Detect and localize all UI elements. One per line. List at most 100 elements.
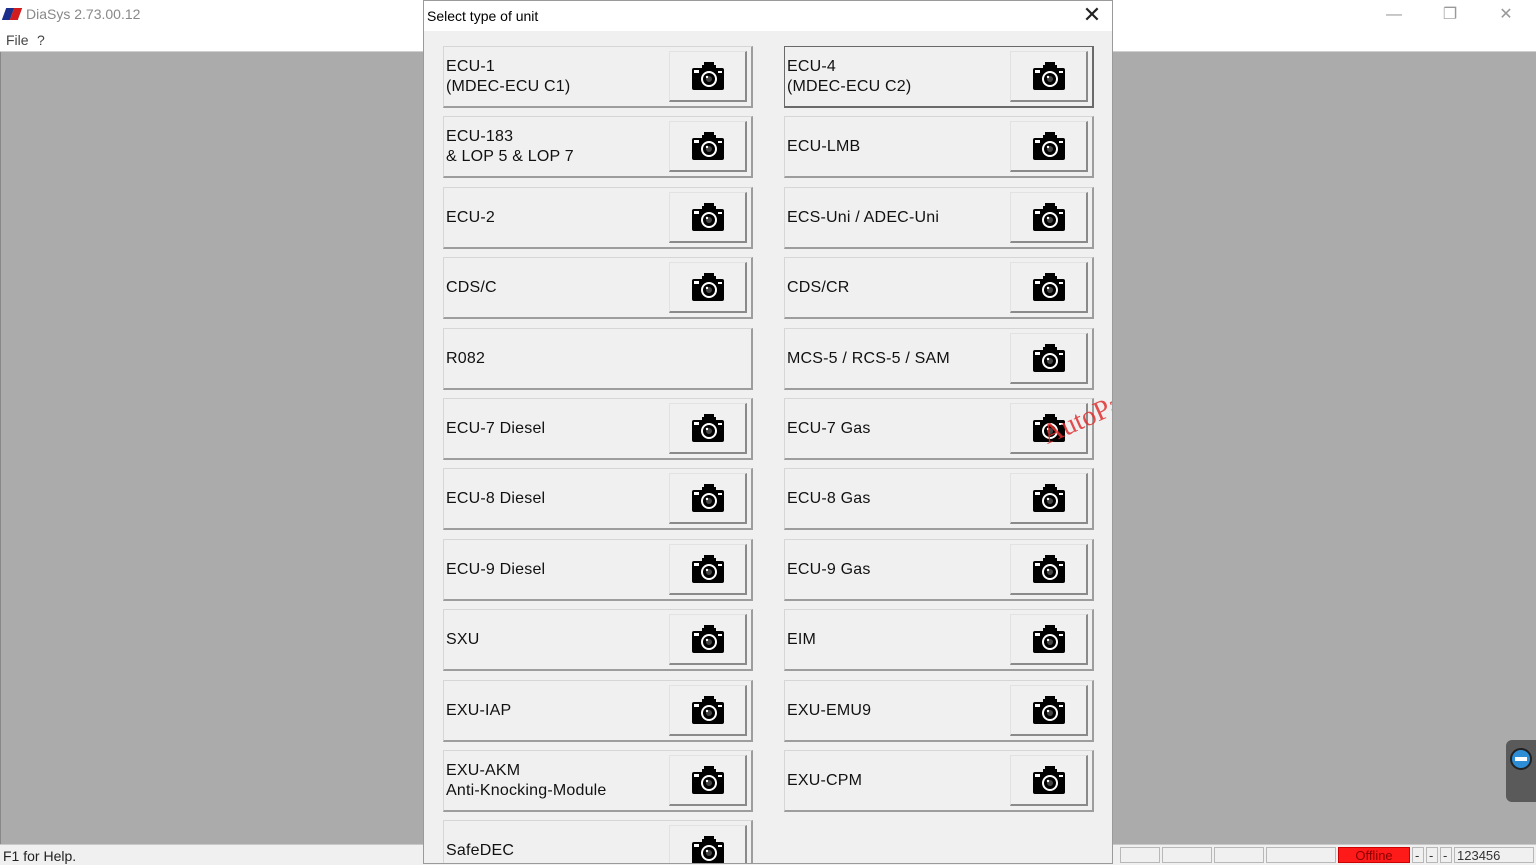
close-window-button[interactable]: ✕ xyxy=(1486,4,1526,26)
menu-help[interactable]: ? xyxy=(37,32,45,48)
status-cell-empty-1 xyxy=(1120,847,1160,863)
dialog-title: Select type of unit xyxy=(427,8,539,24)
unit-button[interactable]: CDS/C xyxy=(443,257,753,319)
remote-support-icon xyxy=(1510,748,1532,770)
status-cell-empty-4 xyxy=(1266,847,1336,863)
unit-label: R082 xyxy=(446,350,486,367)
snapshot-button[interactable] xyxy=(1010,192,1088,243)
remote-support-tab[interactable] xyxy=(1506,740,1536,802)
unit-label: ECU-7 Diesel xyxy=(446,420,546,437)
unit-button[interactable]: ECU-LMB xyxy=(784,116,1094,178)
camera-icon xyxy=(1032,695,1066,725)
app-title: DiaSys 2.73.00.12 xyxy=(26,6,141,22)
unit-button[interactable]: ECU-2 xyxy=(443,187,753,249)
snapshot-button[interactable] xyxy=(1010,685,1088,736)
unit-button[interactable]: ECU-7 Diesel xyxy=(443,398,753,460)
unit-label: ECU-4 (MDEC-ECU C2) xyxy=(787,58,912,95)
camera-icon xyxy=(691,695,725,725)
camera-icon xyxy=(691,413,725,443)
unit-label: MCS-5 / RCS-5 / SAM xyxy=(787,350,950,367)
unit-button[interactable]: CDS/CR xyxy=(784,257,1094,319)
unit-button[interactable]: EXU-CPM xyxy=(784,750,1094,812)
snapshot-button[interactable] xyxy=(1010,544,1088,595)
camera-icon xyxy=(691,624,725,654)
snapshot-button[interactable] xyxy=(669,825,747,863)
status-cell-dash-3: - xyxy=(1440,847,1452,863)
status-cell-empty-3 xyxy=(1214,847,1264,863)
snapshot-button[interactable] xyxy=(669,544,747,595)
select-unit-dialog: Select type of unit ✕ ECU-1 (MDEC-ECU C1… xyxy=(423,0,1113,864)
unit-label: EIM xyxy=(787,631,817,648)
camera-icon xyxy=(1032,624,1066,654)
unit-label: ECS-Uni / ADEC-Uni xyxy=(787,209,940,226)
unit-button[interactable]: ECU-8 Diesel xyxy=(443,468,753,530)
unit-label: ECU-8 Gas xyxy=(787,490,871,507)
unit-label: ECU-9 Gas xyxy=(787,561,871,578)
snapshot-button[interactable] xyxy=(669,685,747,736)
camera-icon xyxy=(691,61,725,91)
unit-button[interactable]: ECU-9 Gas xyxy=(784,539,1094,601)
snapshot-button[interactable] xyxy=(1010,614,1088,665)
unit-label: ECU-9 Diesel xyxy=(446,561,546,578)
unit-button[interactable]: EIM xyxy=(784,609,1094,671)
camera-icon xyxy=(1032,343,1066,373)
camera-icon xyxy=(691,835,725,863)
unit-button[interactable]: ECS-Uni / ADEC-Uni xyxy=(784,187,1094,249)
camera-icon xyxy=(1032,202,1066,232)
unit-button[interactable]: SXU xyxy=(443,609,753,671)
camera-icon xyxy=(1032,554,1066,584)
unit-label: ECU-2 xyxy=(446,209,496,226)
snapshot-button[interactable] xyxy=(669,403,747,454)
camera-icon xyxy=(1032,483,1066,513)
status-code: 123456 xyxy=(1454,847,1534,863)
minimize-button[interactable]: — xyxy=(1374,4,1414,26)
status-cell-dash-1: - xyxy=(1412,847,1424,863)
dialog-titlebar: Select type of unit ✕ xyxy=(424,1,1112,31)
menu-file[interactable]: File xyxy=(6,32,29,48)
snapshot-button[interactable] xyxy=(1010,51,1088,102)
snapshot-button[interactable] xyxy=(669,614,747,665)
camera-icon xyxy=(1032,765,1066,795)
unit-label: SafeDEC xyxy=(446,842,515,859)
snapshot-button[interactable] xyxy=(669,51,747,102)
unit-label: EXU-EMU9 xyxy=(787,702,872,719)
status-cell-empty-2 xyxy=(1162,847,1212,863)
camera-icon xyxy=(691,202,725,232)
snapshot-button[interactable] xyxy=(1010,262,1088,313)
snapshot-button[interactable] xyxy=(669,262,747,313)
unit-button[interactable]: EXU-AKM Anti-Knocking-Module xyxy=(443,750,753,812)
snapshot-button[interactable] xyxy=(1010,121,1088,172)
camera-icon xyxy=(691,272,725,302)
snapshot-button[interactable] xyxy=(1010,333,1088,384)
snapshot-button[interactable] xyxy=(1010,755,1088,806)
app-logo-icon xyxy=(1,8,23,20)
unit-button[interactable]: EXU-IAP xyxy=(443,680,753,742)
snapshot-button[interactable] xyxy=(669,121,747,172)
unit-button[interactable]: ECU-1 (MDEC-ECU C1) xyxy=(443,46,753,108)
camera-icon xyxy=(691,554,725,584)
unit-label: SXU xyxy=(446,631,480,648)
unit-button[interactable]: ECU-4 (MDEC-ECU C2) xyxy=(784,46,1094,108)
unit-button[interactable]: EXU-EMU9 xyxy=(784,680,1094,742)
status-offline-badge: Offline xyxy=(1338,847,1410,863)
unit-button[interactable]: ECU-9 Diesel xyxy=(443,539,753,601)
snapshot-button[interactable] xyxy=(669,192,747,243)
snapshot-button[interactable] xyxy=(1010,473,1088,524)
snapshot-button[interactable] xyxy=(669,755,747,806)
unit-label: ECU-LMB xyxy=(787,138,861,155)
snapshot-button[interactable] xyxy=(669,473,747,524)
unit-button[interactable]: ECU-183 & LOP 5 & LOP 7 xyxy=(443,116,753,178)
unit-label: ECU-7 Gas xyxy=(787,420,871,437)
unit-button[interactable]: ECU-8 Gas xyxy=(784,468,1094,530)
restore-button[interactable]: ❐ xyxy=(1430,4,1470,26)
status-cell-dash-2: - xyxy=(1426,847,1438,863)
unit-button[interactable]: R082 xyxy=(443,328,753,390)
status-help-text: F1 for Help. xyxy=(3,848,77,864)
camera-icon xyxy=(691,483,725,513)
unit-label: ECU-8 Diesel xyxy=(446,490,546,507)
unit-button[interactable]: MCS-5 / RCS-5 / SAM xyxy=(784,328,1094,390)
unit-label: EXU-IAP xyxy=(446,702,512,719)
dialog-close-button[interactable]: ✕ xyxy=(1080,3,1104,27)
unit-button[interactable]: SafeDEC xyxy=(443,820,753,863)
camera-icon xyxy=(1032,61,1066,91)
